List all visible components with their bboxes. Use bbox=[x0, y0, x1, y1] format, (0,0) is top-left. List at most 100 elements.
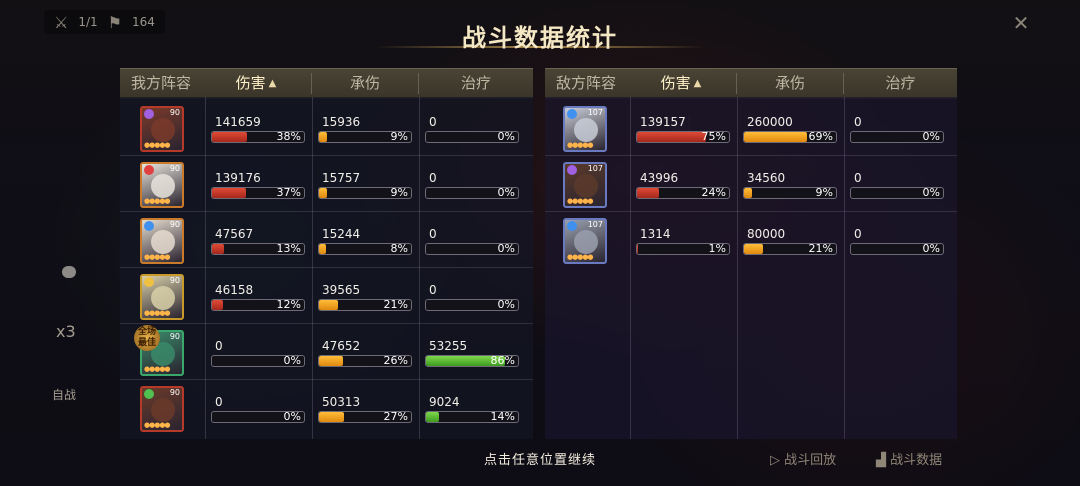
heal-percent: 0% bbox=[922, 131, 940, 143]
play-icon: ▷ bbox=[770, 453, 785, 468]
hero-portrait[interactable]: 90 ●●●●● bbox=[140, 162, 184, 208]
star-rating-icon: ●●●●● bbox=[144, 365, 171, 373]
damage-value: 47567 bbox=[215, 227, 254, 241]
enemy-sort-taken[interactable]: 承伤 bbox=[737, 69, 843, 98]
speed-toggle[interactable]: x3 bbox=[56, 322, 76, 341]
enemy-lineup-label: 敌方阵容 bbox=[555, 74, 616, 92]
taken-bar-fill bbox=[319, 300, 339, 310]
damage-bar: 0% bbox=[211, 411, 305, 423]
heal-bar: 0% bbox=[850, 131, 944, 143]
ally-sort-damage[interactable]: 伤害 ▲ bbox=[204, 69, 308, 98]
taken-bar: 21% bbox=[318, 299, 412, 311]
hero-portrait[interactable]: 107 ●●●●● bbox=[563, 218, 607, 264]
taken-percent: 26% bbox=[383, 355, 408, 367]
taken-percent: 27% bbox=[383, 411, 408, 423]
heal-percent: 0% bbox=[497, 299, 515, 311]
row-divider bbox=[120, 211, 533, 212]
enemy-stats-panel: 107 ●●●●● 139157 75% 260000 69% 0 0% 107 ●●●●● 439… bbox=[545, 97, 957, 439]
column-divider bbox=[312, 97, 313, 439]
damage-percent: 0% bbox=[283, 411, 301, 423]
chat-icon[interactable] bbox=[62, 266, 76, 278]
taken-bar: 26% bbox=[318, 355, 412, 367]
heal-bar: 0% bbox=[425, 131, 519, 143]
taken-value: 15757 bbox=[322, 171, 361, 185]
heal-percent: 86% bbox=[490, 355, 515, 367]
heal-bar: 0% bbox=[850, 187, 944, 199]
heal-bar: 0% bbox=[850, 243, 944, 255]
row-divider bbox=[120, 379, 533, 380]
damage-value: 43996 bbox=[640, 171, 679, 185]
heal-percent: 0% bbox=[922, 243, 940, 255]
battle-data-button[interactable]: ▟ 战斗数据 bbox=[876, 449, 942, 468]
star-rating-icon: ●●●●● bbox=[144, 421, 171, 429]
taken-bar: 9% bbox=[743, 187, 837, 199]
element-icon bbox=[144, 221, 154, 231]
ally-sort-taken[interactable]: 承伤 bbox=[312, 69, 418, 98]
heal-bar: 0% bbox=[425, 243, 519, 255]
column-divider bbox=[737, 97, 738, 439]
hero-portrait[interactable]: 107 ●●●●● bbox=[563, 162, 607, 208]
row-divider bbox=[545, 211, 957, 212]
taken-bar: 21% bbox=[743, 243, 837, 255]
taken-bar-fill bbox=[744, 188, 753, 198]
heal-percent: 0% bbox=[497, 243, 515, 255]
taken-percent: 21% bbox=[383, 299, 408, 311]
damage-bar: 24% bbox=[636, 187, 730, 199]
row-divider bbox=[120, 323, 533, 324]
damage-percent: 1% bbox=[708, 243, 726, 255]
taken-bar: 9% bbox=[318, 131, 412, 143]
row-divider bbox=[120, 267, 533, 268]
heal-value: 0 bbox=[854, 115, 862, 129]
element-icon bbox=[144, 389, 154, 399]
taken-value: 15936 bbox=[322, 115, 361, 129]
damage-bar: 38% bbox=[211, 131, 305, 143]
damage-bar-fill bbox=[212, 244, 224, 254]
damage-bar: 75% bbox=[636, 131, 730, 143]
battle-replay-button[interactable]: ▷ 战斗回放 bbox=[770, 449, 836, 468]
taken-percent: 8% bbox=[390, 243, 408, 255]
damage-bar-fill bbox=[637, 244, 638, 254]
hero-portrait[interactable]: 90 ●●●●● bbox=[140, 274, 184, 320]
heal-bar: 86% bbox=[425, 355, 519, 367]
heal-percent: 14% bbox=[490, 411, 515, 423]
damage-percent: 0% bbox=[283, 355, 301, 367]
enemy-sort-damage[interactable]: 伤害 ▲ bbox=[629, 69, 733, 98]
auto-battle-toggle[interactable]: 自战 bbox=[52, 386, 76, 403]
element-icon bbox=[567, 221, 577, 231]
hero-portrait[interactable]: 90 ●●●●● bbox=[140, 106, 184, 152]
header-damage-label: 伤害 bbox=[660, 74, 691, 92]
element-icon bbox=[567, 165, 577, 175]
damage-bar-fill bbox=[212, 188, 247, 198]
taken-bar-fill bbox=[319, 188, 328, 198]
taken-value: 80000 bbox=[747, 227, 786, 241]
hero-portrait[interactable]: 107 ●●●●● bbox=[563, 106, 607, 152]
element-icon bbox=[144, 277, 154, 287]
enemy-sort-heal[interactable]: 治疗 bbox=[844, 69, 957, 98]
heal-bar-fill bbox=[426, 412, 439, 422]
taken-value: 34560 bbox=[747, 171, 786, 185]
ally-sort-heal[interactable]: 治疗 bbox=[419, 69, 533, 98]
heal-percent: 0% bbox=[497, 131, 515, 143]
hero-level: 90 bbox=[169, 388, 180, 397]
ally-lineup-label: 我方阵容 bbox=[130, 74, 191, 92]
ally-header: 我方阵容 伤害 ▲ 承伤 治疗 bbox=[120, 68, 533, 99]
sort-arrow-icon: ▲ bbox=[268, 78, 277, 89]
damage-bar: 37% bbox=[211, 187, 305, 199]
taken-bar-fill bbox=[744, 132, 808, 142]
hero-level: 90 bbox=[169, 276, 180, 285]
damage-value: 0 bbox=[215, 395, 223, 409]
damage-percent: 37% bbox=[276, 187, 301, 199]
taken-value: 47652 bbox=[322, 339, 361, 353]
hero-face bbox=[574, 174, 598, 198]
taken-value: 15244 bbox=[322, 227, 361, 241]
heal-percent: 0% bbox=[922, 187, 940, 199]
heal-bar: 0% bbox=[425, 187, 519, 199]
hero-face bbox=[574, 118, 598, 142]
header-damage-label: 伤害 bbox=[235, 74, 266, 92]
hero-portrait[interactable]: 90 ●●●●● bbox=[140, 386, 184, 432]
heal-value: 0 bbox=[429, 171, 437, 185]
hero-level: 107 bbox=[587, 108, 603, 117]
taken-value: 260000 bbox=[747, 115, 793, 129]
star-rating-icon: ●●●●● bbox=[567, 197, 594, 205]
hero-portrait[interactable]: 90 ●●●●● bbox=[140, 218, 184, 264]
